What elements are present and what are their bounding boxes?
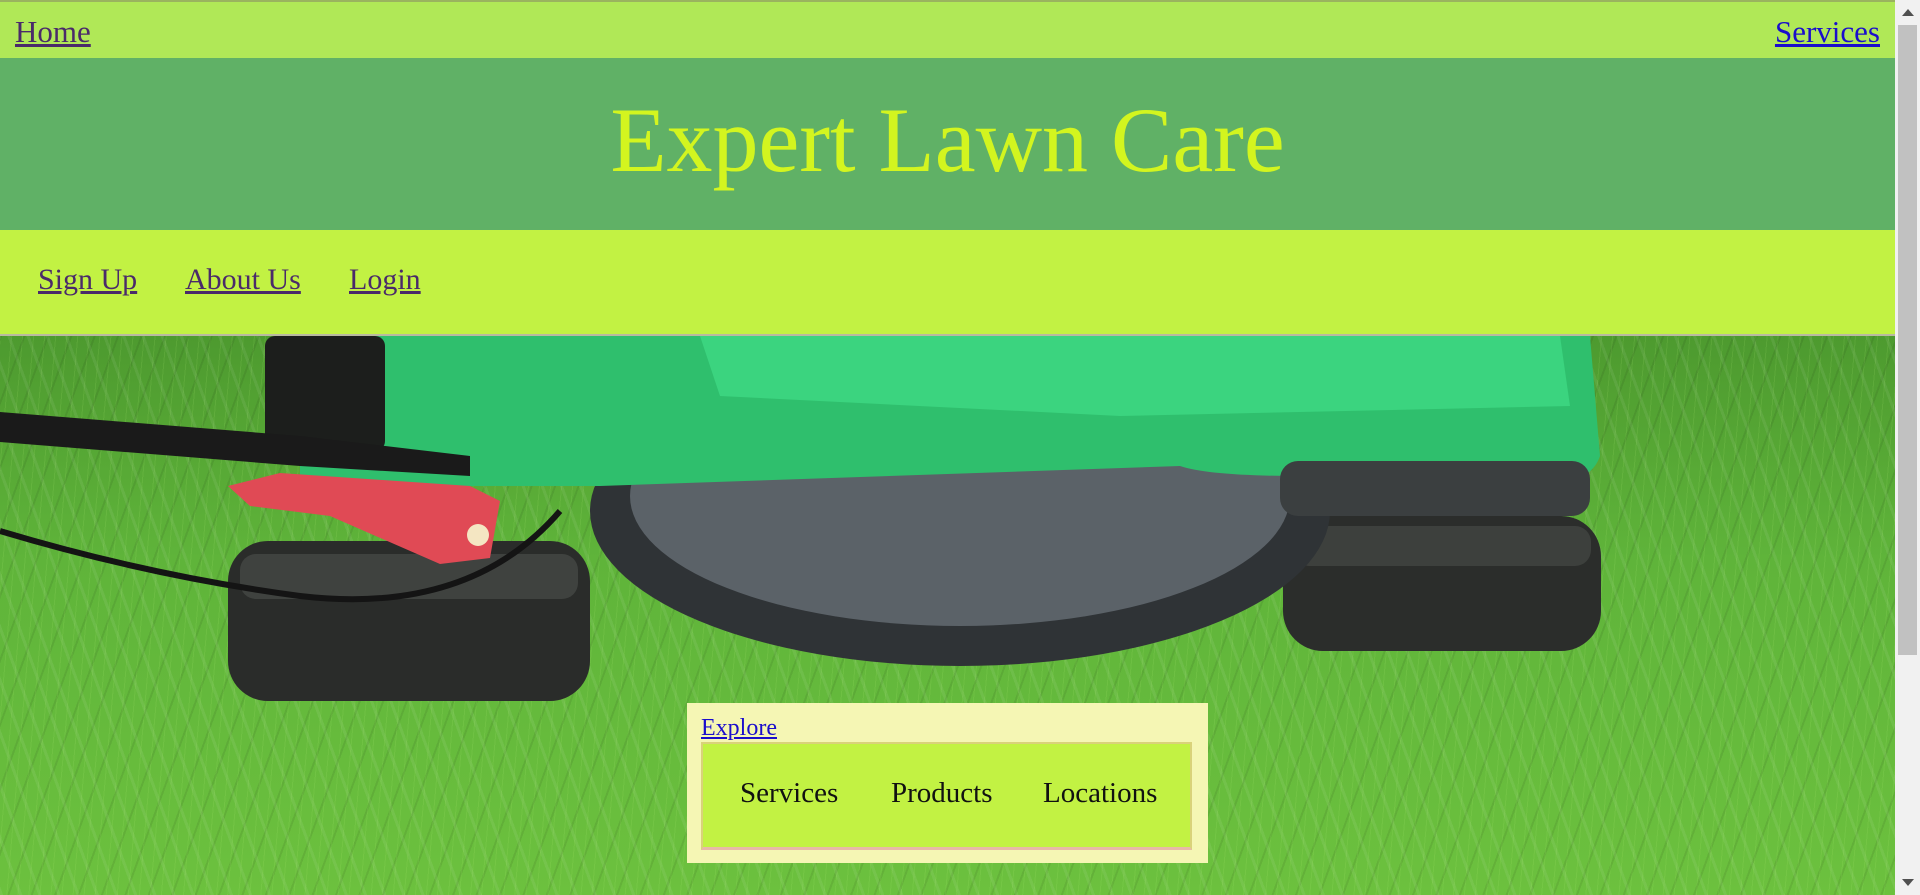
mower-bumper (1280, 461, 1590, 516)
scroll-down-arrow-icon[interactable] (1902, 879, 1914, 886)
top-navigation-bar: Home Services (0, 0, 1895, 58)
explore-menu-locations[interactable]: Locations (1043, 777, 1157, 810)
explore-panel: Explore Services Products Locations (687, 703, 1208, 863)
services-link[interactable]: Services (1775, 14, 1880, 50)
about-us-link[interactable]: About Us (185, 263, 301, 297)
mower-lever-knob (467, 524, 489, 546)
explore-link[interactable]: Explore (701, 715, 777, 742)
mower-casing (265, 336, 385, 451)
scrollbar-thumb[interactable] (1898, 25, 1917, 655)
explore-menu: Services Products Locations (701, 742, 1192, 850)
sign-up-link[interactable]: Sign Up (38, 263, 137, 297)
vertical-scrollbar[interactable] (1895, 0, 1920, 895)
home-link[interactable]: Home (15, 14, 91, 50)
mower-wheel-tread (1293, 526, 1591, 566)
explore-menu-products[interactable]: Products (891, 777, 993, 810)
site-title: Expert Lawn Care (610, 89, 1285, 191)
scroll-up-arrow-icon[interactable] (1902, 9, 1914, 16)
page: Home Services Expert Lawn Care Sign Up A… (0, 0, 1895, 895)
site-header: Expert Lawn Care (0, 58, 1895, 230)
login-link[interactable]: Login (349, 263, 421, 297)
secondary-navigation: Sign Up About Us Login (0, 230, 1895, 336)
explore-menu-services[interactable]: Services (740, 777, 838, 810)
